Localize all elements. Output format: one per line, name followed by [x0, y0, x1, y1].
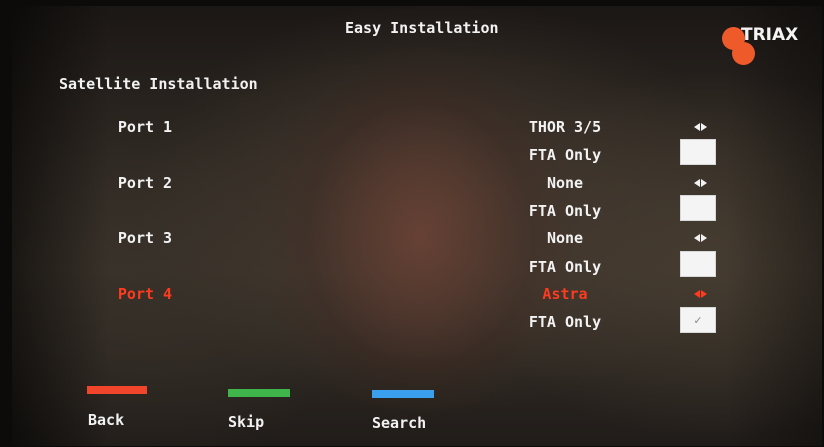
skip-color-key[interactable]	[228, 389, 290, 397]
port-2-fta-checkbox[interactable]	[680, 195, 716, 221]
port-4-label[interactable]: Port 4	[0, 285, 290, 303]
skip-button-label[interactable]: Skip	[228, 413, 264, 431]
tv-screen	[12, 6, 822, 446]
section-title: Satellite Installation	[59, 75, 258, 93]
back-color-key[interactable]	[87, 386, 147, 394]
port-3-satellite-value[interactable]: None	[500, 229, 630, 247]
port-1-fta-label: FTA Only	[528, 146, 602, 164]
port-2-satellite-value[interactable]: None	[500, 174, 630, 192]
logo-text: TRIAX	[741, 25, 799, 45]
port-3-fta-label: FTA Only	[528, 258, 602, 276]
search-button-label[interactable]: Search	[372, 414, 426, 432]
back-button-label[interactable]: Back	[88, 411, 124, 429]
checkmark-icon: ✓	[693, 313, 703, 327]
triax-logo: TRIAX	[722, 22, 812, 70]
port-2-fta-label: FTA Only	[528, 202, 602, 220]
port-4-satellite-value[interactable]: Astra	[500, 285, 630, 303]
port-1-left-right-arrows-icon[interactable]	[688, 122, 712, 132]
port-4-left-right-arrows-icon[interactable]	[688, 289, 712, 299]
port-2-left-right-arrows-icon[interactable]	[688, 178, 712, 188]
port-3-left-right-arrows-icon[interactable]	[688, 233, 712, 243]
port-2-label[interactable]: Port 2	[0, 174, 290, 192]
port-4-fta-label: FTA Only	[528, 313, 602, 331]
search-color-key[interactable]	[372, 390, 434, 398]
page-title: Easy Installation	[345, 19, 499, 37]
port-4-fta-checkbox[interactable]: ✓	[680, 307, 716, 333]
port-1-fta-checkbox[interactable]	[680, 139, 716, 165]
port-3-label[interactable]: Port 3	[0, 229, 290, 247]
port-3-fta-checkbox[interactable]	[680, 251, 716, 277]
port-1-label[interactable]: Port 1	[0, 118, 290, 136]
port-1-satellite-value[interactable]: THOR 3/5	[500, 118, 630, 136]
